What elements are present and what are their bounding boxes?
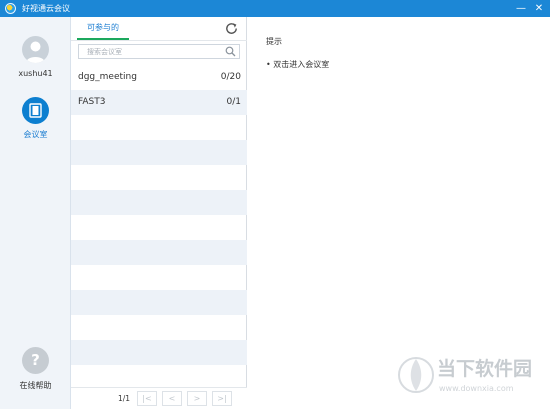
empty-row (71, 165, 247, 190)
watermark-title: 当下软件园 (437, 358, 533, 380)
empty-row (71, 240, 247, 265)
list-item[interactable]: FAST3 0/1 (71, 90, 247, 115)
first-page-button[interactable]: |< (137, 391, 157, 406)
empty-row (71, 315, 247, 340)
minimize-icon[interactable]: — (512, 0, 530, 17)
empty-row (71, 340, 247, 365)
empty-row (71, 215, 247, 240)
meeting-name: dgg_meeting (78, 72, 137, 82)
refresh-icon[interactable] (224, 21, 239, 36)
page-indicator: 1/1 (118, 394, 131, 403)
search-box[interactable] (78, 44, 240, 59)
app-logo (5, 3, 16, 14)
username: xushu41 (18, 69, 53, 78)
empty-row (71, 190, 247, 215)
next-page-button[interactable]: > (187, 391, 207, 406)
last-page-button[interactable]: >| (212, 391, 232, 406)
empty-row (71, 115, 247, 140)
hint-text: • 双击进入会议室 (266, 60, 330, 69)
watermark: 当下软件园 www.downxia.com (393, 350, 543, 404)
empty-row (71, 290, 247, 315)
search-input[interactable] (87, 46, 225, 57)
meeting-list: dgg_meeting 0/20 FAST3 0/1 (71, 65, 247, 390)
meeting-list-panel: 可参与的 dgg_meeting 0/20 FAST3 0/1 (71, 17, 247, 409)
pagination: 1/1 |< < > >| (71, 387, 247, 409)
window-title: 好视通云会议 (22, 4, 70, 13)
sidebar-item-help[interactable]: ? 在线帮助 (0, 342, 71, 392)
search-icon[interactable] (225, 46, 236, 57)
empty-row (71, 265, 247, 290)
watermark-url: www.downxia.com (439, 384, 514, 393)
meeting-name: FAST3 (78, 97, 106, 107)
close-icon[interactable]: ✕ (530, 0, 548, 17)
sidebar: xushu41 会议室 ? 在线帮助 (0, 17, 71, 409)
empty-row (71, 140, 247, 165)
sidebar-item-label: 在线帮助 (19, 381, 52, 390)
watermark-logo (398, 357, 434, 393)
tab-bar: 可参与的 (71, 17, 247, 41)
participant-count: 0/1 (226, 97, 241, 107)
user-avatar-icon[interactable] (22, 36, 49, 63)
meeting-room-icon (22, 97, 49, 124)
list-item[interactable]: dgg_meeting 0/20 (71, 65, 247, 90)
participant-count: 0/20 (220, 72, 241, 82)
hint-title: 提示 (266, 37, 282, 46)
help-icon: ? (22, 347, 49, 374)
sidebar-item-label: 会议室 (23, 130, 48, 139)
sidebar-item-meeting-room[interactable]: 会议室 (0, 92, 71, 152)
prev-page-button[interactable]: < (162, 391, 182, 406)
tab-available[interactable]: 可参与的 (77, 17, 129, 40)
title-bar: 好视通云会议 — ✕ (0, 0, 550, 17)
